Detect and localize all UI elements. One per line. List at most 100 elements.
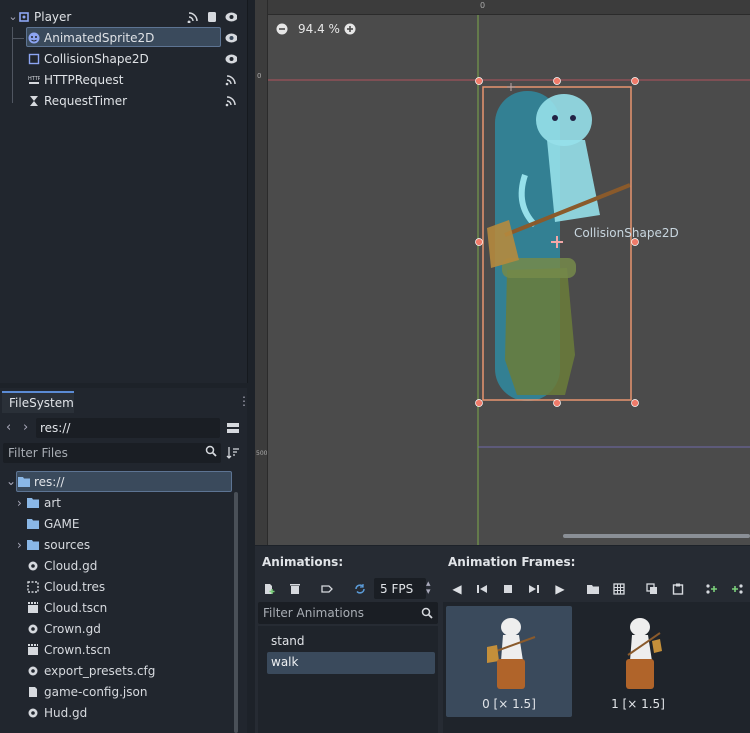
scene-icon bbox=[27, 601, 39, 614]
scene-icon bbox=[27, 643, 39, 656]
filter-files-placeholder: Filter Files bbox=[8, 446, 68, 460]
fs-item-label: Crown.tscn bbox=[44, 642, 111, 657]
split-view-icon[interactable] bbox=[226, 421, 240, 438]
scene-node-collisionshape2d[interactable]: CollisionShape2D bbox=[0, 48, 246, 69]
signal-icon[interactable] bbox=[225, 95, 237, 107]
new-animation-icon[interactable] bbox=[260, 580, 278, 598]
gear-icon bbox=[27, 560, 39, 572]
sprite-sheet-grid-icon[interactable] bbox=[610, 580, 628, 598]
scene-node-animatedsprite2d[interactable]: AnimatedSprite2D bbox=[0, 27, 246, 48]
fs-item-label: Crown.gd bbox=[44, 621, 101, 636]
animations-list: stand walk bbox=[258, 626, 438, 733]
ruler-label: 0 bbox=[480, 1, 486, 10]
insert-frame-after-icon[interactable] bbox=[728, 580, 746, 598]
fs-item-label: Hud.gd bbox=[44, 705, 88, 720]
stop-icon[interactable] bbox=[499, 580, 517, 598]
frames-header: Animation Frames: bbox=[448, 555, 576, 569]
chevron-down-icon[interactable]: ⌄ bbox=[6, 474, 16, 488]
search-icon bbox=[205, 445, 217, 460]
visibility-eye-icon[interactable] bbox=[225, 32, 237, 44]
canvas-viewport[interactable]: CollisionShape2D 94.4 % bbox=[255, 0, 750, 545]
fs-item-label: Cloud.tscn bbox=[44, 600, 108, 615]
zoom-level[interactable]: 94.4 % bbox=[298, 22, 340, 36]
scene-node-requesttimer[interactable]: RequestTimer bbox=[0, 90, 246, 111]
node-label: CollisionShape2D bbox=[44, 51, 149, 66]
autoplay-icon[interactable] bbox=[318, 580, 336, 598]
fs-root-label: res:// bbox=[34, 475, 65, 489]
open-folder-icon[interactable] bbox=[584, 580, 602, 598]
fs-item[interactable]: Cloud.gd bbox=[0, 555, 236, 576]
http-request-icon: HTTP bbox=[27, 73, 41, 87]
fs-item[interactable]: game-config.json bbox=[0, 681, 236, 702]
fs-item[interactable]: GAME bbox=[0, 513, 236, 534]
spriteframes-editor: Animations: Animation Frames: 5 FPS ▴ ▾ ◀… bbox=[255, 546, 750, 733]
fs-item[interactable]: export_presets.cfg bbox=[0, 660, 236, 681]
node2d-icon bbox=[17, 10, 31, 24]
fs-item[interactable]: › sources bbox=[0, 534, 236, 555]
animated-sprite-icon bbox=[27, 31, 41, 45]
frame-label: 0 [× 1.5] bbox=[482, 697, 536, 711]
tab-filesystem[interactable]: FileSystem bbox=[2, 391, 74, 413]
file-icon bbox=[27, 686, 39, 698]
fs-item[interactable]: Crown.gd bbox=[0, 618, 236, 639]
forward-arrow-icon[interactable]: › bbox=[23, 420, 28, 435]
script-icon[interactable] bbox=[206, 11, 218, 23]
zoom-out-icon[interactable] bbox=[276, 23, 288, 38]
scene-node-httprequest[interactable]: HTTP HTTPRequest bbox=[0, 69, 246, 90]
fs-item[interactable]: › art bbox=[0, 492, 236, 513]
node-label: AnimatedSprite2D bbox=[44, 30, 155, 45]
scene-tree-panel: ⌄ Player AnimatedSprite2D CollisionShape… bbox=[0, 0, 248, 383]
folder-icon bbox=[27, 518, 39, 530]
folder-icon bbox=[27, 497, 39, 509]
animation-item-walk[interactable]: walk bbox=[271, 655, 298, 669]
animation-item-stand[interactable]: stand bbox=[271, 634, 305, 648]
sort-icon[interactable] bbox=[226, 446, 240, 463]
fs-item-label: Cloud.tres bbox=[44, 579, 106, 594]
fs-item[interactable]: Hud.gd bbox=[0, 702, 236, 723]
fs-item[interactable]: Crown.tscn bbox=[0, 639, 236, 660]
node-label: HTTPRequest bbox=[44, 72, 124, 87]
fps-stepper[interactable]: ▴ ▾ bbox=[426, 580, 431, 597]
play-from-start-icon[interactable] bbox=[525, 580, 543, 598]
back-arrow-icon[interactable]: ‹ bbox=[6, 420, 11, 435]
folder-icon bbox=[27, 539, 39, 551]
collision-shape-icon bbox=[27, 52, 41, 66]
zoom-in-icon[interactable] bbox=[344, 23, 356, 38]
insert-frame-before-icon[interactable] bbox=[702, 580, 720, 598]
resource-icon bbox=[27, 580, 39, 593]
visibility-eye-icon[interactable] bbox=[225, 53, 237, 65]
dock-menu-icon[interactable]: ⋮ bbox=[238, 394, 250, 408]
fs-item[interactable]: Cloud.tscn bbox=[0, 597, 236, 618]
search-icon bbox=[421, 607, 433, 622]
fs-item[interactable]: Cloud.tres bbox=[0, 576, 236, 597]
delete-animation-icon[interactable] bbox=[286, 580, 304, 598]
frame-tile-1[interactable]: 1 [× 1.5] bbox=[575, 606, 701, 717]
signal-icon[interactable] bbox=[187, 11, 199, 23]
play-icon[interactable]: ▶ bbox=[551, 580, 569, 598]
loop-icon[interactable] bbox=[351, 580, 369, 598]
path-field[interactable]: res:// bbox=[36, 418, 220, 438]
filter-animations-input[interactable]: Filter Animations bbox=[258, 602, 438, 624]
signal-icon[interactable] bbox=[225, 74, 237, 86]
visibility-eye-icon[interactable] bbox=[225, 11, 237, 23]
play-backwards-from-end-icon[interactable]: ◀ bbox=[448, 580, 466, 598]
ruler-left[interactable]: 0 500 bbox=[255, 0, 268, 545]
play-backwards-icon[interactable] bbox=[473, 580, 491, 598]
ruler-top[interactable]: 0 bbox=[255, 0, 750, 15]
chevron-right-icon[interactable]: › bbox=[17, 538, 22, 552]
collision-shape-label: CollisionShape2D bbox=[574, 226, 679, 240]
scene-node-player[interactable]: ⌄ Player bbox=[0, 6, 246, 27]
gear-icon bbox=[27, 707, 39, 719]
paste-icon[interactable] bbox=[669, 580, 687, 598]
copy-icon[interactable] bbox=[643, 580, 661, 598]
filter-files-input[interactable]: Filter Files bbox=[3, 443, 221, 463]
frame-thumbnail bbox=[487, 618, 536, 689]
fps-input[interactable]: 5 FPS bbox=[374, 578, 426, 599]
frame-tile-0[interactable]: 0 [× 1.5] bbox=[446, 606, 572, 717]
ruler-label: 0 bbox=[257, 72, 262, 80]
fs-scrollbar[interactable] bbox=[234, 492, 238, 733]
chevron-right-icon[interactable]: › bbox=[17, 496, 22, 510]
filter-animations-placeholder: Filter Animations bbox=[263, 606, 364, 620]
fs-item-label: Cloud.gd bbox=[44, 558, 98, 573]
node-label: Player bbox=[34, 9, 72, 24]
